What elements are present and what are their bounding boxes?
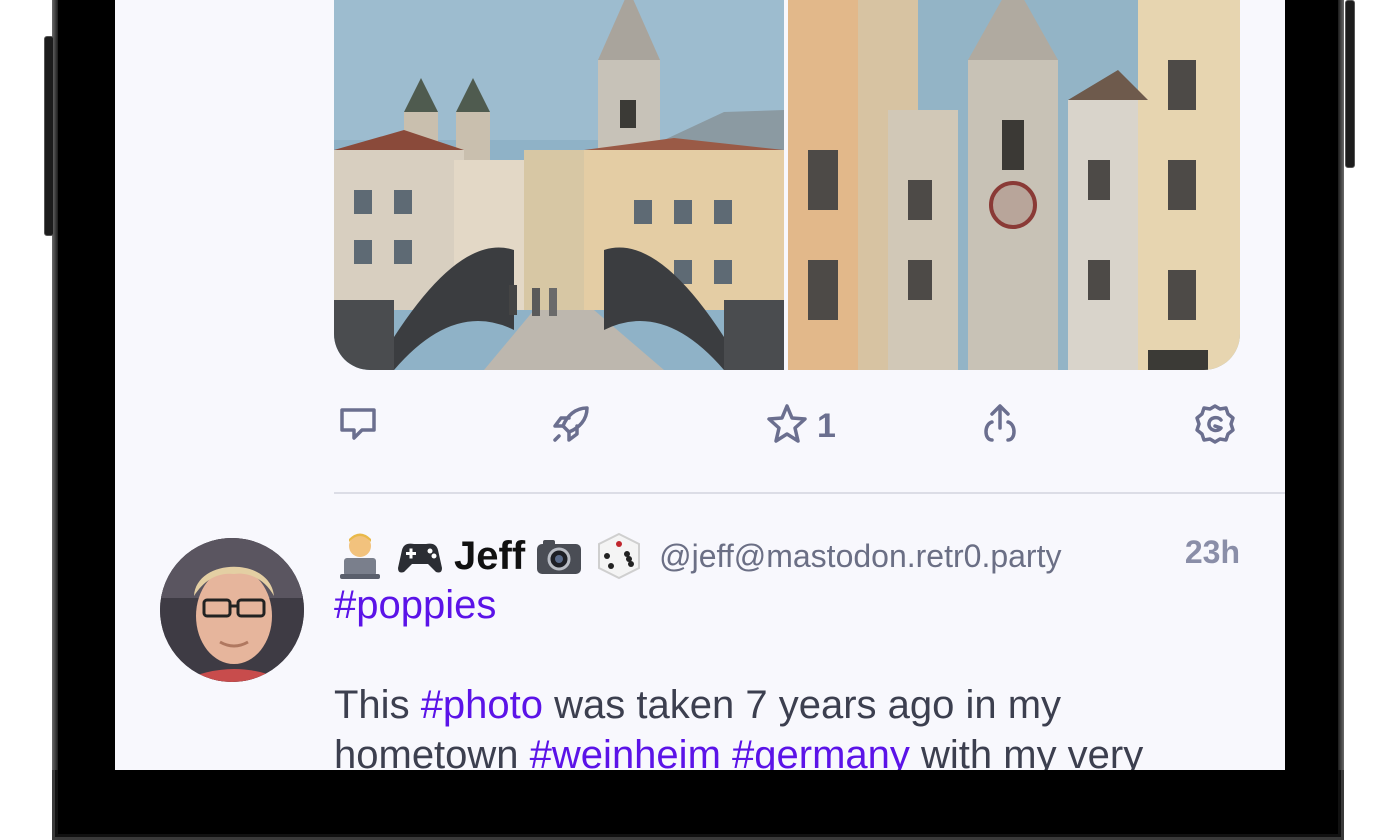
star-icon xyxy=(763,400,811,453)
post-content: #poppies This #photo was taken 7 years a… xyxy=(334,580,1264,770)
camera-emoji-icon xyxy=(533,530,585,582)
photo-bridge-town[interactable] xyxy=(334,0,784,370)
post-header: Jeff @jeff@mastodon.retr0.party 23h xyxy=(334,528,1240,588)
reply-icon xyxy=(334,400,382,453)
photo-clock-tower-street[interactable] xyxy=(788,0,1240,370)
share-icon xyxy=(976,400,1024,453)
technologist-emoji-icon xyxy=(334,530,386,582)
hashtag-link[interactable]: #poppies xyxy=(334,583,496,627)
device-rim-right xyxy=(1338,0,1344,770)
gear-icon xyxy=(1191,400,1239,453)
post-divider xyxy=(334,492,1285,494)
power-button xyxy=(1345,0,1355,168)
app-screen: 1 Jeff @jeff@mastodon.retr0.party 23h #p… xyxy=(115,0,1285,770)
share-button[interactable] xyxy=(976,396,1024,456)
body-text: was taken 7 years ago in my xyxy=(543,683,1062,727)
hashtag-link[interactable]: #photo xyxy=(421,683,543,727)
display-name-text: Jeff xyxy=(454,533,526,578)
hashtag-link[interactable]: #germany xyxy=(732,733,910,770)
display-name[interactable]: Jeff @jeff@mastodon.retr0.party xyxy=(334,528,1061,584)
body-text: with my very xyxy=(909,733,1144,770)
avatar[interactable] xyxy=(160,538,304,682)
reply-button[interactable] xyxy=(334,396,382,456)
body-text xyxy=(721,733,732,770)
volume-button xyxy=(44,36,54,236)
body-text: hometown xyxy=(334,733,530,770)
gamepad-emoji-icon xyxy=(394,530,446,582)
dice-emoji-icon xyxy=(593,530,645,582)
hashtag-link[interactable]: #weinheim xyxy=(530,733,721,770)
favorite-button[interactable]: 1 xyxy=(763,396,836,456)
post-action-bar: 1 xyxy=(334,396,1240,456)
media-attachments xyxy=(334,0,1240,370)
rocket-icon xyxy=(547,400,595,453)
favorite-count: 1 xyxy=(817,406,836,445)
body-text: This xyxy=(334,683,421,727)
more-button[interactable] xyxy=(1191,396,1239,456)
boost-button[interactable] xyxy=(547,396,595,456)
account-handle: @jeff@mastodon.retr0.party xyxy=(659,537,1062,574)
post-timestamp[interactable]: 23h xyxy=(1185,534,1240,571)
